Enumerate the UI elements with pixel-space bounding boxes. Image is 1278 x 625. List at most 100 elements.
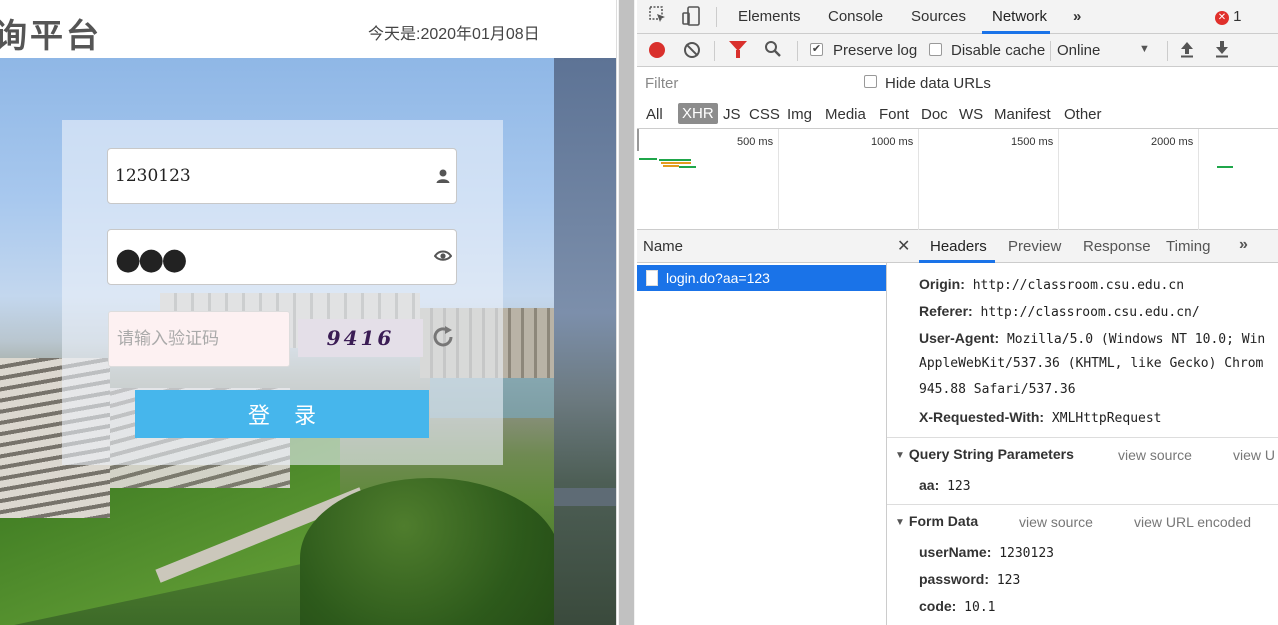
disable-cache-checkbox[interactable]	[929, 43, 942, 56]
header-key: Referer:	[919, 303, 973, 319]
tab-network[interactable]: Network	[992, 8, 1047, 25]
param-key: password:	[919, 571, 990, 587]
view-source-link[interactable]: view source	[1118, 447, 1192, 463]
filter-type-manifest[interactable]: Manifest	[994, 106, 1051, 123]
tab-preview[interactable]: Preview	[1008, 238, 1061, 255]
record-button[interactable]	[649, 42, 665, 58]
import-har-icon[interactable]	[1178, 40, 1196, 60]
timeline-gridline	[1198, 129, 1199, 230]
background-strip	[554, 58, 616, 625]
form-data-section-title[interactable]: ▼ Form Data	[895, 513, 978, 529]
clear-icon[interactable]	[684, 42, 700, 58]
throttling-select[interactable]: Online	[1057, 42, 1100, 59]
filter-type-ws[interactable]: WS	[959, 106, 983, 123]
filter-bar: Hide data URLs All XHR JS CSS Img Media …	[637, 67, 1278, 129]
tab-console[interactable]: Console	[828, 8, 883, 25]
filter-type-media[interactable]: Media	[825, 106, 866, 123]
param-value: 10.1	[964, 600, 996, 615]
timeline-gridline	[778, 129, 779, 230]
header-value: http://classroom.csu.edu.cn/	[980, 305, 1200, 320]
filter-type-doc[interactable]: Doc	[921, 106, 948, 123]
network-timeline[interactable]: 500 ms 1000 ms 1500 ms 2000 ms	[637, 129, 1278, 230]
header-row: 945.88 Safari/537.36	[919, 382, 1076, 397]
trees-shape	[300, 478, 560, 625]
timeline-label: 2000 ms	[1151, 136, 1194, 148]
view-source-link[interactable]: view source	[1019, 514, 1093, 530]
filter-type-img[interactable]: Img	[787, 106, 812, 123]
filter-type-xhr[interactable]: XHR	[678, 103, 718, 124]
campus-background-image: 1230123 ●●● 9416 登录	[0, 58, 616, 625]
param-row: aa: 123	[919, 477, 971, 494]
close-icon[interactable]: ✕	[897, 236, 910, 256]
param-value: 123	[996, 573, 1021, 588]
query-string-section-title[interactable]: ▼ Query String Parameters	[895, 446, 1074, 462]
inspect-element-icon[interactable]	[647, 6, 669, 28]
timeline-bar	[663, 165, 679, 167]
filter-type-css[interactable]: CSS	[749, 106, 780, 123]
view-url-encoded-link[interactable]: view U	[1233, 447, 1275, 463]
header-key: X-Requested-With:	[919, 409, 1045, 425]
toolbar-divider	[716, 7, 717, 27]
filter-funnel-icon[interactable]	[729, 41, 747, 58]
tab-timing[interactable]: Timing	[1166, 238, 1210, 255]
request-row[interactable]: login.do?aa=123	[637, 265, 886, 291]
captcha-image[interactable]: 9416	[298, 319, 423, 357]
header-value: 945.88 Safari/537.36	[919, 382, 1076, 397]
triangle-down-icon: ▼	[895, 450, 905, 461]
param-key: code:	[919, 598, 957, 614]
timeline-label: 1000 ms	[871, 136, 914, 148]
detail-tabbar: ✕ Headers Preview Response Timing »	[887, 230, 1278, 263]
param-row: password: 123	[919, 571, 1020, 588]
captcha-input[interactable]	[108, 311, 290, 367]
name-column-header[interactable]: Name	[643, 238, 683, 255]
chevron-down-icon[interactable]: ▼	[1139, 43, 1150, 55]
site-header: 询平台 今天是:2020年01月08日	[0, 0, 616, 58]
preserve-log-checkbox[interactable]: ✔	[810, 43, 823, 56]
section-divider	[887, 437, 1278, 438]
password-value: ●●●	[115, 242, 188, 277]
timeline-bar	[679, 166, 696, 168]
tab-headers[interactable]: Headers	[930, 238, 987, 255]
scrollbar-thumb[interactable]	[619, 0, 634, 625]
param-row: code: 10.1	[919, 598, 995, 615]
header-key: User-Agent:	[919, 330, 1000, 346]
view-url-encoded-link[interactable]: view URL encoded	[1134, 514, 1251, 530]
filter-type-all[interactable]: All	[646, 106, 663, 123]
header-row: X-Requested-With: XMLHttpRequest	[919, 409, 1162, 426]
header-value: XMLHttpRequest	[1051, 411, 1162, 426]
toolbar-divider	[797, 41, 798, 61]
timeline-bar	[639, 158, 657, 160]
export-har-icon[interactable]	[1213, 40, 1231, 60]
param-key: aa:	[919, 477, 940, 493]
error-count-badge[interactable]: ✕ 1	[1215, 8, 1242, 25]
hide-data-urls-label[interactable]: Hide data URLs	[885, 75, 991, 92]
header-value: Mozilla/5.0 (Windows NT 10.0; Win	[1006, 332, 1266, 347]
preserve-log-label[interactable]: Preserve log	[833, 42, 917, 59]
more-tabs-icon[interactable]: »	[1073, 8, 1081, 25]
refresh-icon[interactable]	[430, 325, 456, 351]
username-field[interactable]: 1230123	[107, 148, 457, 204]
eye-icon[interactable]	[433, 249, 453, 269]
search-icon[interactable]	[764, 40, 784, 60]
tab-elements[interactable]: Elements	[738, 8, 801, 25]
filter-type-font[interactable]: Font	[879, 106, 909, 123]
screen: 询平台 今天是:2020年01月08日 1230123 ●●● 请输入验证码 9…	[0, 0, 1278, 625]
disable-cache-label[interactable]: Disable cache	[951, 42, 1045, 59]
filter-input[interactable]	[642, 72, 847, 94]
web-page: 询平台 今天是:2020年01月08日 1230123 ●●● 请输入验证码 9…	[0, 0, 616, 625]
hide-data-urls-checkbox[interactable]	[864, 75, 877, 88]
tab-sources[interactable]: Sources	[911, 8, 966, 25]
devtools-panel: Elements Console Sources Network » ✕ 1 ✔…	[637, 0, 1278, 625]
timeline-bar	[661, 162, 691, 164]
device-toolbar-icon[interactable]	[680, 6, 702, 28]
more-tabs-icon[interactable]: »	[1239, 236, 1248, 254]
tab-response[interactable]: Response	[1083, 238, 1151, 255]
filter-type-js[interactable]: JS	[723, 106, 741, 123]
filter-type-other[interactable]: Other	[1064, 106, 1102, 123]
header-row: Referer: http://classroom.csu.edu.cn/	[919, 303, 1200, 320]
login-button[interactable]: 登录	[135, 390, 429, 438]
timeline-label: 500 ms	[737, 136, 774, 148]
password-field[interactable]: ●●●	[107, 229, 457, 285]
header-row: AppleWebKit/537.36 (KHTML, like Gecko) C…	[919, 356, 1263, 371]
timeline-gridline	[918, 129, 919, 230]
